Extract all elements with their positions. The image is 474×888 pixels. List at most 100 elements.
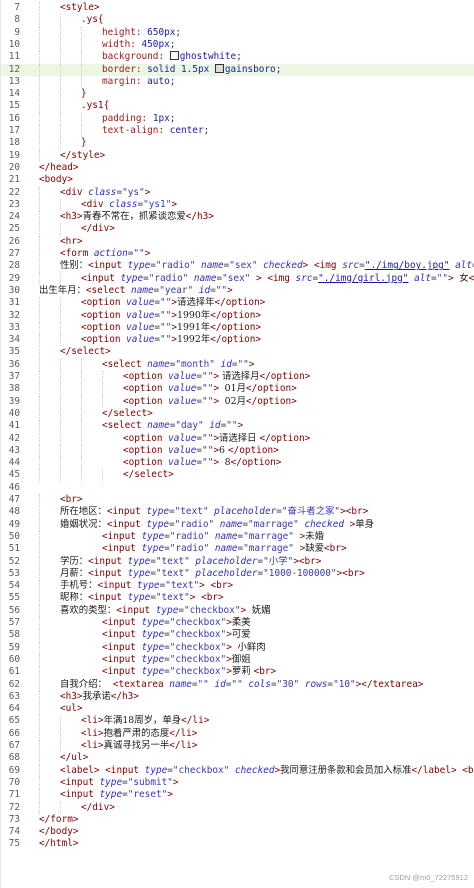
- code-line[interactable]: 17 text-align: center;: [1, 125, 474, 138]
- code-line[interactable]: 29 <input type="radio" name="sex" > <img …: [1, 272, 474, 285]
- code-line[interactable]: 37 <option value=""> 请选择月</option>: [1, 371, 474, 384]
- code-line[interactable]: 50 <input type="radio" name="marrage" >未婚: [1, 530, 474, 544]
- code-line[interactable]: 54 手机号：<input type="text"> <br>: [1, 580, 474, 593]
- code-line[interactable]: 71 <input type="reset">: [1, 789, 474, 802]
- code-line[interactable]: 25 </div>: [1, 223, 474, 236]
- code-line[interactable]: 12 border: solid 1.5px gainsboro;: [1, 63, 474, 76]
- token-attr: value: [126, 297, 155, 309]
- code-line[interactable]: 7 <style>: [1, 2, 474, 15]
- color-swatch-icon[interactable]: [214, 63, 224, 73]
- code-line[interactable]: 60 <input type="checkbox">御姐: [1, 653, 474, 667]
- code-line[interactable]: 10 width: 450px;: [1, 38, 474, 52]
- code-line[interactable]: 67 <li>真诚寻找另一半</li>: [1, 740, 474, 753]
- code-line[interactable]: 46: [1, 482, 474, 494]
- code-line[interactable]: 64 <ul>: [1, 703, 474, 716]
- code-line[interactable]: 14}: [1, 88, 474, 101]
- token-attr: type: [127, 260, 151, 272]
- token-tag: >: [172, 776, 179, 788]
- token-str: "": [202, 383, 214, 395]
- code-line[interactable]: 21 <body>: [1, 174, 474, 186]
- code-line[interactable]: 72 </div>: [1, 801, 474, 814]
- code-line[interactable]: 48 所在地区：<input type="text" placeholder="奋…: [1, 506, 474, 519]
- code-line[interactable]: 51 <input type="radio" name="marrage" >缺爱…: [1, 543, 474, 556]
- code-line[interactable]: 23 <div class="ys1">: [1, 198, 474, 212]
- token-tag: </li>: [169, 727, 198, 739]
- code-line[interactable]: 20 </head>: [1, 162, 474, 174]
- code-line[interactable]: 15 .ys1{: [1, 100, 474, 113]
- token-tag: </select>: [123, 469, 174, 481]
- code-line[interactable]: 75 </html>: [1, 838, 474, 850]
- code-line[interactable]: 32 <option value="">1990年</option>: [1, 309, 474, 322]
- token-tag: </ul>: [60, 752, 89, 764]
- line-number: 29: [8, 272, 20, 284]
- code-line[interactable]: 58 <input type="checkbox">可爱: [1, 629, 474, 642]
- code-line[interactable]: 53 月薪：<input type="text" placeholder="100…: [1, 567, 474, 581]
- code-line[interactable]: 49 婚姻状况：<input type="radio" name="marrage…: [1, 518, 474, 531]
- code-line[interactable]: 11 background: ghostwhite;: [1, 51, 474, 64]
- code-line[interactable]: 68 </ul>: [1, 752, 474, 765]
- code-editor[interactable]: 7 <style> 8 .ys{9 height: 650px; 10 width: 450…: [0, 0, 474, 888]
- line-number: 63: [8, 690, 20, 702]
- token-text: 柔美: [231, 617, 251, 628]
- code-line[interactable]: 27 <form action="">: [1, 248, 474, 261]
- code-line[interactable]: 41 <select name="day" id="">: [1, 420, 474, 433]
- code-line[interactable]: 63 <h3>我承诺</h3>: [1, 690, 474, 704]
- code-line[interactable]: 44 <option value=""> 8</option>: [1, 457, 474, 470]
- code-line[interactable]: 74 </body>: [1, 826, 474, 838]
- line-number: 31: [8, 297, 20, 309]
- code-line[interactable]: 30 出生年月：<select name="year" id="">: [1, 285, 474, 297]
- token-tag: <select: [85, 284, 132, 296]
- code-line[interactable]: 62 自我介绍： <textarea name="" id="" cols="30…: [1, 678, 474, 691]
- code-line[interactable]: 42 <option value="">请选择日 </option>: [1, 432, 474, 445]
- token-attr: checked: [304, 518, 344, 530]
- code-line[interactable]: 34 <option value="">1992年</option>: [1, 334, 474, 347]
- code-line[interactable]: 56 喜欢的类型：<input type="checkbox"> 妩媚: [1, 604, 474, 617]
- code-line[interactable]: 55 昵称：<input type="text"> <br>: [1, 592, 474, 605]
- indent-guide: [39, 383, 40, 396]
- code-line[interactable]: 19 </style>: [1, 149, 474, 162]
- code-line[interactable]: 24 <h3>青春不常在，抓紧谈恋爱</h3>: [1, 211, 474, 224]
- code-line[interactable]: 43 <option value="">6 </option>: [1, 444, 474, 458]
- code-line[interactable]: 16 padding: 1px;: [1, 112, 474, 125]
- token-tag: <div: [60, 186, 89, 198]
- code-line[interactable]: 70 <input type="submit">: [1, 776, 474, 790]
- color-swatch-icon[interactable]: [169, 51, 179, 61]
- code-line[interactable]: 36 <select name="month" id="">: [1, 358, 474, 371]
- code-line[interactable]: 45 </select>: [1, 469, 474, 482]
- code-line[interactable]: 9 height: 650px;: [1, 26, 474, 39]
- code-line[interactable]: 47 <br>: [1, 494, 474, 507]
- line-number: 7: [14, 2, 20, 13]
- code-line[interactable]: 31 <option value="">请选择年</option>: [1, 297, 474, 310]
- code-text: 性别：<input type="radio" name="sex" checke…: [60, 260, 474, 272]
- code-line[interactable]: 57 <input type="checkbox">柔美: [1, 617, 474, 630]
- code-line[interactable]: 13 margin: auto;: [1, 75, 474, 89]
- code-line[interactable]: 40 </select>: [1, 407, 474, 421]
- code-line[interactable]: 59 <input type="checkbox"> 小鲜肉: [1, 641, 474, 654]
- code-line[interactable]: 61 <input type="checkbox">萝莉 <br>: [1, 666, 474, 679]
- code-line[interactable]: 35 </select>: [1, 346, 474, 359]
- code-line[interactable]: 28 性别：<input type="radio" name="sex" chec…: [1, 260, 474, 273]
- indent-guide: [39, 211, 40, 224]
- code-line[interactable]: 33 <option value="">1991年</option>: [1, 321, 474, 335]
- code-line[interactable]: 65 <li>年满18周岁，单身</li>: [1, 715, 474, 728]
- code-line[interactable]: 73 </form>: [1, 814, 474, 826]
- indent-guide: [39, 530, 40, 544]
- code-line[interactable]: 39 <option value=""> 02月</option>: [1, 395, 474, 408]
- code-line[interactable]: 18}: [1, 137, 474, 150]
- code-text: .ys1{: [81, 100, 474, 112]
- token-tag: <br>: [468, 272, 474, 284]
- code-line[interactable]: 26 <hr>: [1, 235, 474, 248]
- code-line[interactable]: 8 .ys{: [1, 14, 474, 27]
- code-line[interactable]: 22 <div class="ys">: [1, 186, 474, 199]
- token-attr: id: [220, 358, 232, 370]
- code-line[interactable]: 66 <li>抱着严肃的态度</li>: [1, 727, 474, 740]
- token-attr: src: [342, 260, 360, 272]
- code-line[interactable]: 38 <option value=""> 01月</option>: [1, 383, 474, 396]
- code-text: <div class="ys">: [60, 187, 474, 199]
- token-tag: </option>: [214, 297, 266, 309]
- code-line[interactable]: 52 学历：<input type="text" placeholder="小学"…: [1, 555, 474, 568]
- token-tag: </h3>: [110, 690, 139, 702]
- token-str: "": [160, 334, 172, 346]
- code-line[interactable]: 69 <label> <input type="checkbox" checked…: [1, 764, 474, 777]
- indent-guide: [39, 678, 40, 691]
